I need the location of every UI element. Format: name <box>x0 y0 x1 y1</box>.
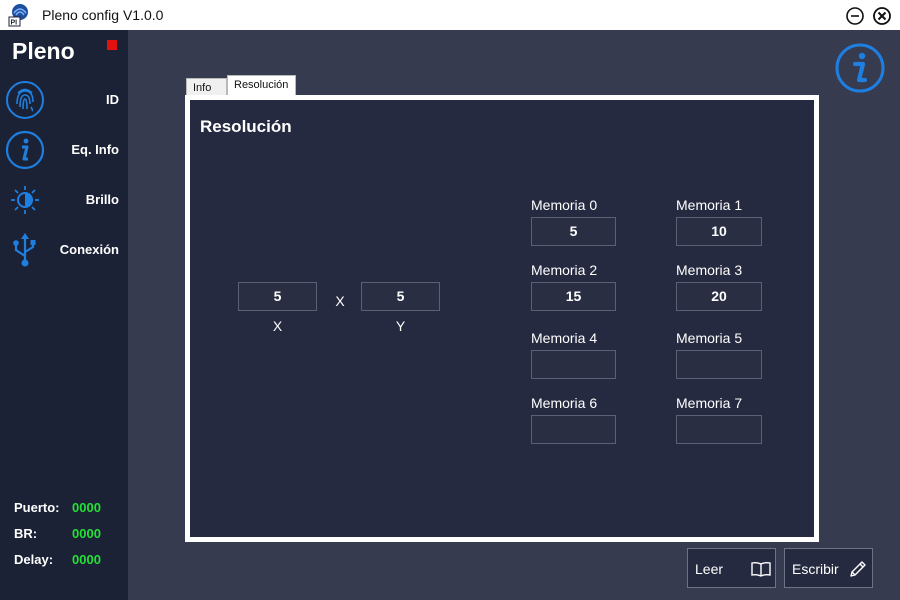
sidebar-item-brillo[interactable]: Brillo <box>0 178 128 222</box>
baudrate-value: 0000 <box>72 526 101 541</box>
window-title: Pleno config V1.0.0 <box>42 7 164 23</box>
memory-4-label: Memoria 4 <box>531 330 598 346</box>
memory-5-label: Memoria 5 <box>676 330 743 346</box>
memory-7-field[interactable] <box>676 415 762 444</box>
title-bar: PI Pleno config V1.0.0 <box>0 0 900 30</box>
memory-4-field[interactable] <box>531 350 616 379</box>
minimize-button[interactable] <box>845 6 865 26</box>
sidebar-item-label: ID <box>106 92 119 107</box>
memory-6-field[interactable] <box>531 415 616 444</box>
resolution-y-field[interactable]: 5 <box>361 282 440 311</box>
usb-icon <box>13 233 36 267</box>
sidebar-item-label: Eq. Info <box>71 142 119 157</box>
baudrate-label: BR: <box>14 526 38 541</box>
port-value: 0000 <box>72 500 101 515</box>
delay-value: 0000 <box>72 552 101 567</box>
info-icon[interactable] <box>834 42 886 94</box>
memory-3-label: Memoria 3 <box>676 262 743 278</box>
sidebar-item-label: Brillo <box>85 192 119 207</box>
sidebar: Pleno ID Eq. Info Brillo Conexión Puerto… <box>0 30 128 600</box>
sidebar-item-eq-info[interactable]: Eq. Info <box>0 128 128 172</box>
pencil-icon <box>850 561 866 577</box>
resolution-panel: Resolución 5 X 5 X Y Memoria 0 5 Memoria… <box>185 95 819 542</box>
sidebar-item-id[interactable]: ID <box>0 78 128 122</box>
write-button[interactable]: Escribir <box>784 548 873 588</box>
resolution-x-field[interactable]: 5 <box>238 282 317 311</box>
tab-resolucion[interactable]: Resolución <box>227 75 296 96</box>
memory-5-field[interactable] <box>676 350 762 379</box>
memory-2-field[interactable]: 15 <box>531 282 616 311</box>
memory-1-label: Memoria 1 <box>676 197 743 213</box>
read-button-label: Leer <box>695 561 724 577</box>
resolution-y-caption: Y <box>395 318 406 334</box>
app-logo-text: PI <box>11 20 18 27</box>
sidebar-item-label: Conexión <box>59 242 119 257</box>
close-button[interactable] <box>872 6 892 26</box>
main-area: Info Resolución Resolución 5 X 5 X Y Mem… <box>128 30 900 600</box>
read-button[interactable]: Leer <box>687 548 776 588</box>
panel-title: Resolución <box>200 117 292 136</box>
memory-6-label: Memoria 6 <box>531 395 598 411</box>
memory-0-field[interactable]: 5 <box>531 217 616 246</box>
memory-1-field[interactable]: 10 <box>676 217 762 246</box>
brand-title: Pleno <box>12 38 75 64</box>
delay-label: Delay: <box>14 552 54 567</box>
resolution-separator: X <box>335 293 345 309</box>
app-logo-icon: PI <box>8 4 28 27</box>
fingerprint-icon <box>6 81 44 119</box>
status-indicator <box>107 40 117 50</box>
book-icon <box>751 561 771 577</box>
memory-2-label: Memoria 2 <box>531 262 598 278</box>
memory-3-field[interactable]: 20 <box>676 282 762 311</box>
write-button-label: Escribir <box>792 561 839 577</box>
memory-0-label: Memoria 0 <box>531 197 598 213</box>
resolution-x-caption: X <box>272 318 283 334</box>
port-label: Puerto: <box>14 500 60 515</box>
brightness-icon <box>11 186 39 214</box>
sidebar-item-conexion[interactable]: Conexión <box>0 228 128 272</box>
info-icon <box>5 130 45 170</box>
memory-7-label: Memoria 7 <box>676 395 743 411</box>
